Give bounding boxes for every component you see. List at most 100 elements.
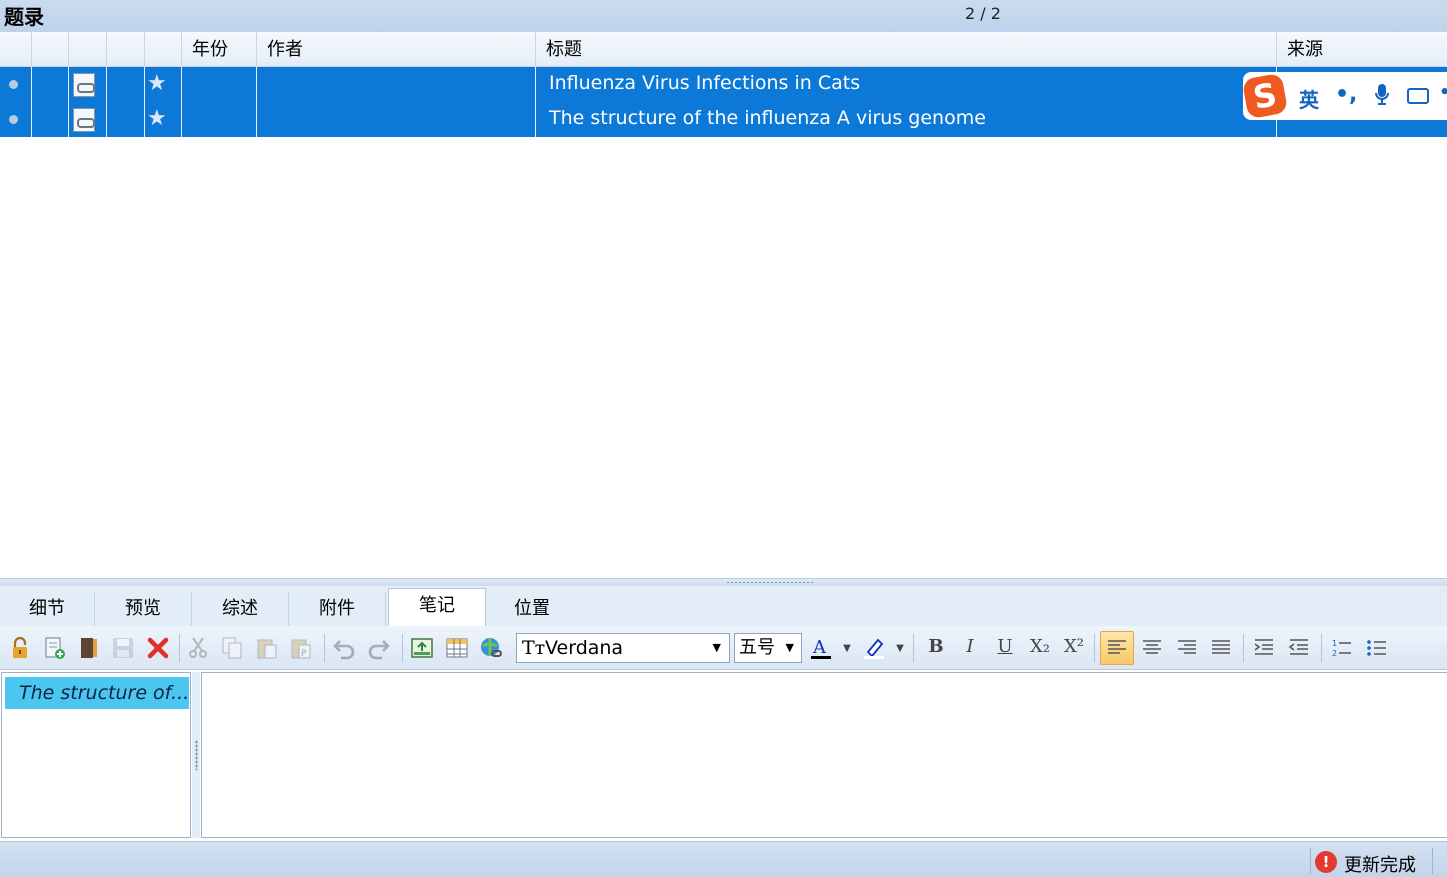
sogou-logo-icon[interactable]: S bbox=[1241, 72, 1289, 120]
row-attachment-cell[interactable] bbox=[32, 67, 95, 102]
outdent-icon[interactable] bbox=[1287, 636, 1311, 660]
column-header-4[interactable] bbox=[107, 32, 145, 67]
status-separator bbox=[1432, 848, 1433, 874]
row-status-cell bbox=[0, 102, 32, 137]
column-header-title[interactable]: 标题 bbox=[536, 32, 1277, 67]
splitter-grip-icon[interactable] bbox=[195, 740, 198, 770]
cut-icon[interactable] bbox=[186, 636, 210, 660]
indent-icon[interactable] bbox=[1252, 636, 1276, 660]
book-icon[interactable] bbox=[77, 636, 101, 660]
column-header-star[interactable] bbox=[69, 32, 107, 67]
new-note-icon[interactable] bbox=[42, 636, 66, 660]
align-center-icon[interactable] bbox=[1140, 636, 1164, 660]
list-item[interactable]: The structure of... bbox=[5, 677, 189, 709]
redo-icon[interactable] bbox=[367, 636, 391, 660]
row-attachment-cell[interactable] bbox=[32, 102, 95, 137]
chevron-down-icon[interactable]: ▼ bbox=[786, 634, 794, 662]
tab-summary[interactable]: 综述 bbox=[192, 592, 289, 626]
grid-header: 年份 作者 标题 来源 bbox=[0, 32, 1447, 67]
italic-button[interactable]: I bbox=[957, 636, 983, 657]
panel-title: 题录 bbox=[4, 5, 44, 29]
row-year-cell bbox=[182, 102, 257, 137]
chevron-down-icon[interactable]: ▼ bbox=[713, 634, 721, 662]
row-cell-5 bbox=[145, 102, 182, 137]
insert-table-icon[interactable] bbox=[445, 636, 469, 660]
tab-preview[interactable]: 预览 bbox=[95, 592, 192, 626]
column-header-year[interactable]: 年份 bbox=[182, 32, 257, 67]
text-color-icon[interactable]: A bbox=[809, 636, 833, 660]
lock-icon[interactable] bbox=[8, 636, 32, 660]
row-cell-4 bbox=[107, 102, 145, 137]
vertical-splitter[interactable] bbox=[192, 672, 200, 838]
delete-icon[interactable] bbox=[146, 636, 170, 660]
notes-toolbar: P Tт Verdana ▼ 五号 ▼ A ▼ ▼ B I U X₂ X² 12 bbox=[0, 626, 1447, 670]
align-right-icon[interactable] bbox=[1175, 636, 1199, 660]
font-type-icon: Tт bbox=[522, 637, 546, 659]
read-status-dot-icon bbox=[9, 80, 18, 89]
column-header-5[interactable] bbox=[145, 32, 182, 67]
ime-toolbar[interactable]: S 英 •, • bbox=[1241, 72, 1447, 120]
row-star-cell[interactable]: ★ bbox=[69, 67, 167, 102]
paste-icon[interactable] bbox=[255, 636, 279, 660]
row-title[interactable]: Influenza Virus Infections in Cats bbox=[549, 72, 860, 94]
insert-link-icon[interactable] bbox=[479, 636, 503, 660]
font-size-select[interactable]: 五号 ▼ bbox=[734, 633, 802, 663]
ime-more-toggle[interactable]: • bbox=[1439, 82, 1447, 103]
svg-text:A: A bbox=[812, 637, 827, 658]
chevron-down-icon[interactable]: ▼ bbox=[887, 643, 913, 654]
toolbar-separator bbox=[1321, 634, 1322, 662]
table-row[interactable]: ★ Influenza Virus Infections in Cats bbox=[0, 67, 1447, 102]
row-cell-4 bbox=[107, 67, 145, 102]
toolbar-separator bbox=[913, 634, 914, 662]
save-icon[interactable] bbox=[111, 636, 135, 660]
row-author-cell bbox=[257, 102, 536, 137]
column-header-source[interactable]: 来源 bbox=[1277, 32, 1447, 67]
toolbar-separator bbox=[1094, 634, 1095, 662]
column-header-attachment[interactable] bbox=[32, 32, 69, 67]
insert-image-icon[interactable] bbox=[410, 636, 434, 660]
toolbar-separator bbox=[402, 634, 403, 662]
row-author-cell bbox=[257, 67, 536, 102]
bold-button[interactable]: B bbox=[923, 636, 949, 657]
toolbar-separator bbox=[179, 634, 180, 662]
align-justify-icon[interactable] bbox=[1209, 636, 1233, 660]
font-size-value: 五号 bbox=[739, 637, 775, 658]
splitter-grip-icon[interactable] bbox=[726, 581, 814, 584]
tab-details[interactable]: 细节 bbox=[0, 592, 95, 626]
highlight-icon[interactable] bbox=[862, 636, 886, 660]
horizontal-splitter[interactable] bbox=[0, 578, 1447, 586]
chevron-down-icon[interactable]: ▼ bbox=[834, 643, 860, 654]
detail-tabs: 细节 预览 综述 附件 笔记 位置 bbox=[0, 586, 1447, 626]
underline-button[interactable]: U bbox=[992, 636, 1018, 657]
toolbar-separator bbox=[324, 634, 325, 662]
note-editor[interactable] bbox=[201, 672, 1447, 838]
read-status-dot-icon bbox=[9, 115, 18, 124]
align-left-icon[interactable] bbox=[1105, 636, 1129, 660]
keyboard-icon[interactable] bbox=[1407, 88, 1429, 104]
row-cell-5 bbox=[145, 67, 182, 102]
row-star-cell[interactable]: ★ bbox=[69, 102, 167, 137]
subscript-button[interactable]: X₂ bbox=[1027, 636, 1053, 657]
bullet-list-icon[interactable] bbox=[1365, 636, 1389, 660]
font-family-select[interactable]: Tт Verdana ▼ bbox=[516, 633, 730, 663]
notes-list[interactable]: The structure of... bbox=[1, 672, 191, 838]
tab-attachments[interactable]: 附件 bbox=[289, 592, 386, 626]
ime-language-toggle[interactable]: 英 bbox=[1299, 84, 1319, 113]
ime-punctuation-toggle[interactable]: •, bbox=[1335, 82, 1357, 107]
column-header-status[interactable] bbox=[0, 32, 32, 67]
row-year-cell bbox=[182, 67, 257, 102]
tab-location[interactable]: 位置 bbox=[486, 592, 578, 626]
superscript-button[interactable]: X² bbox=[1061, 636, 1087, 657]
font-family-value: Verdana bbox=[545, 637, 624, 659]
svg-text:2: 2 bbox=[1332, 649, 1337, 658]
paste-special-icon[interactable]: P bbox=[289, 636, 313, 660]
copy-icon[interactable] bbox=[220, 636, 244, 660]
row-title[interactable]: The structure of the influenza A virus g… bbox=[549, 107, 986, 129]
row-status-cell bbox=[0, 67, 32, 102]
numbered-list-icon[interactable]: 12 bbox=[1330, 636, 1354, 660]
tab-notes[interactable]: 笔记 bbox=[388, 588, 486, 626]
undo-icon[interactable] bbox=[332, 636, 356, 660]
table-row[interactable]: ★ The structure of the influenza A virus… bbox=[0, 102, 1447, 137]
microphone-icon[interactable] bbox=[1375, 84, 1389, 106]
column-header-author[interactable]: 作者 bbox=[257, 32, 536, 67]
